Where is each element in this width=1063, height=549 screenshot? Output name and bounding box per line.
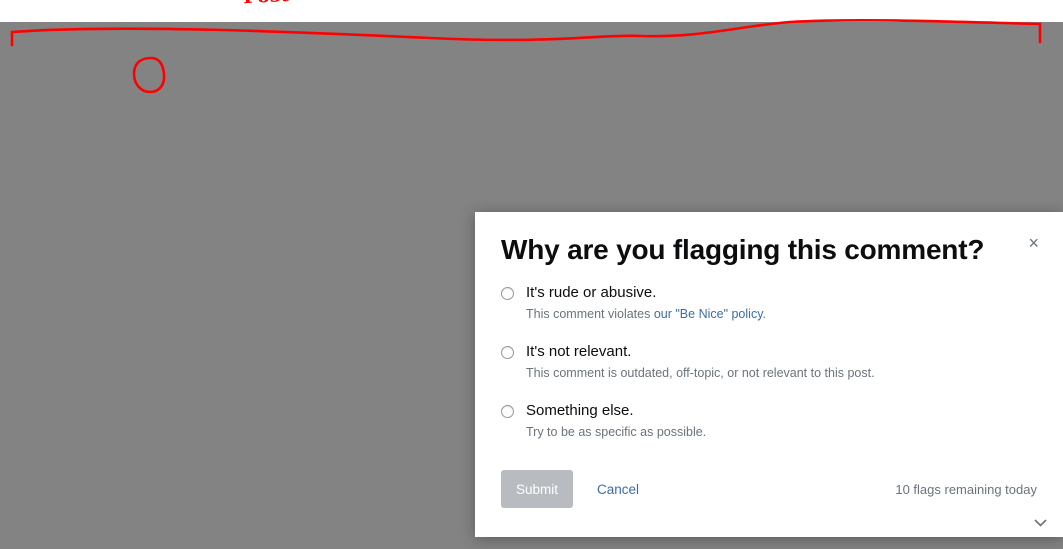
comment-row: Don't know if there will be future chang…	[10, 40, 767, 102]
submit-button[interactable]: Submit	[501, 470, 573, 508]
comment-text-fragment: @DarkCygnus How is it more visible? –	[76, 110, 309, 125]
modal-footer: Submit Cancel 10 flags remaining today	[501, 470, 1037, 508]
comment-text: Don't know if there will be future chang…	[76, 47, 712, 96]
speech-bubble-icon	[801, 44, 816, 59]
modal-title: Why are you flagging this comment?	[501, 234, 985, 265]
comment-text: @DarkCygnus How is it more visible? – Fr…	[76, 108, 767, 126]
comment-flag-icon[interactable]	[57, 319, 69, 331]
inline-link[interactable]: feature request	[232, 344, 319, 359]
comment-flag-icon[interactable]	[57, 201, 69, 213]
flag-reason-row[interactable]: Something else.	[501, 402, 1021, 420]
comment-flag-icon[interactable]	[57, 271, 69, 283]
comment-author-link[interactable]: FrankerZ	[308, 109, 367, 126]
flag-reason-subtext-pre: This comment violates	[526, 307, 654, 321]
close-icon[interactable]: ×	[1026, 232, 1041, 254]
comment-text-fragment: mistaken, even hidden unless you hovered…	[390, 191, 691, 206]
comment-text-fragment: @FrankerZ because that already had votes…	[76, 226, 369, 241]
comment-text-fragment: @FrankerZ before the change, if I recall…	[76, 191, 391, 206]
comment-actions	[50, 45, 76, 69]
comment-author-link[interactable]: DarkCygnus	[150, 81, 222, 96]
comment-text-fragment: Don't know if there will be future chang…	[76, 47, 680, 62]
flag-reason-option[interactable]: It's not relevant. This comment is outdat…	[501, 343, 1021, 381]
radio-button[interactable]	[501, 287, 514, 300]
comment-text-fragment: [feature-request] Can you make the flag …	[76, 145, 643, 160]
notice-item[interactable]: The second draft of our Code of Conduct …	[801, 41, 1052, 92]
upvote-arrow-icon[interactable]	[57, 191, 69, 198]
comment-score: 1	[37, 262, 44, 274]
comment-text-fragment: @BrianNickel definitely more discoverabl…	[76, 309, 362, 324]
comment-timestamp: 22 hours ago	[120, 278, 200, 293]
upvote-arrow-icon[interactable]	[57, 110, 69, 117]
comment-actions	[50, 189, 76, 213]
comment-score	[10, 224, 50, 227]
comment-actions	[50, 342, 76, 366]
chat-room-name[interactable]: Tavern on the Meta	[801, 181, 1052, 197]
comment-actions	[50, 259, 76, 283]
comment-score	[10, 307, 50, 310]
upvote-arrow-icon[interactable]	[57, 309, 69, 316]
comment-text-fragment: before I saw	[319, 344, 394, 359]
community-notice: Catija! The second draft of our Code of …	[790, 22, 1063, 99]
comment-score	[10, 108, 50, 111]
flag-reason-subtext-pre: Try to be as specific as possible.	[526, 425, 707, 439]
chat-heading[interactable]: 26 People Chatting	[790, 132, 952, 154]
comment-actions	[50, 143, 76, 167]
radio-button[interactable]	[501, 346, 514, 359]
upvote-arrow-icon[interactable]	[57, 344, 69, 351]
comment-text: @FrankerZ before the change, if I recall…	[76, 189, 767, 207]
add-comment-link[interactable]: add a comment	[76, 468, 159, 482]
comment-row: @DarkCygnus How is it more visible? – Fr…	[10, 102, 767, 137]
flag-reason-row[interactable]: It's rude or abusive.	[501, 284, 1021, 302]
upvote-arrow-icon[interactable]	[57, 226, 69, 233]
comment-flag-icon[interactable]	[57, 120, 69, 132]
comment-flag-icon[interactable]	[57, 236, 69, 248]
comment-actions	[50, 224, 76, 248]
flag-reason-option[interactable]: Something else. Try to be as specific as …	[501, 402, 1021, 440]
comment-score: 2	[37, 192, 44, 204]
radio-button[interactable]	[501, 405, 514, 418]
flag-reason-subtext: This comment is outdated, off-topic, or …	[526, 365, 1021, 381]
comment-actions	[50, 108, 76, 132]
upvote-arrow-icon[interactable]	[57, 47, 69, 54]
cancel-button[interactable]: Cancel	[597, 482, 639, 497]
flag-reason-label: It's rude or abusive.	[526, 284, 657, 301]
flag-reason-label: It's not relevant.	[526, 343, 632, 360]
flag-reason-subtext-pre: This comment is outdated, off-topic, or …	[526, 366, 875, 380]
flag-reason-label: Something else.	[526, 402, 634, 419]
comment-score	[10, 45, 50, 48]
comment-text-fragment: @DarkCygnus Maybe 1 or 2 weeks ago, ther…	[76, 261, 391, 276]
comment-flag-icon[interactable]	[57, 57, 69, 69]
answers-heading: 3 Answers	[22, 522, 110, 543]
upvote-arrow-icon[interactable]	[57, 145, 69, 152]
flag-comment-modal: Why are you flagging this comment? × It'…	[475, 212, 1063, 537]
comment-timestamp: 23 hours ago	[366, 110, 447, 125]
comment-text-fragment: @Floern I posted this as a	[76, 344, 232, 359]
chevron-down-icon[interactable]	[1034, 519, 1047, 527]
be-nice-policy-link[interactable]: our "Be Nice" policy	[654, 307, 763, 321]
comment-actions	[50, 307, 76, 331]
comment-author-link[interactable]: Dar	[369, 226, 390, 241]
comment-timestamp: 23 hours ago	[221, 81, 302, 96]
flag-reason-subtext-post: .	[762, 307, 766, 321]
comment-author-link[interactable]: Dark	[362, 309, 389, 324]
moderator-diamond-icon: ♦	[111, 281, 121, 293]
comment-author-link[interactable]: Floern	[643, 145, 680, 160]
notice-item-label: The second draft of our Code of Conduct …	[825, 42, 1042, 91]
flag-reason-row[interactable]: It's not relevant.	[501, 343, 1021, 361]
comment-score: 6	[37, 146, 44, 158]
annotation-label: Post	[243, 0, 290, 8]
comment-flag-icon[interactable]	[57, 155, 69, 167]
comment-row: 6 [feature-request] Can you make the flag…	[10, 137, 767, 183]
flag-reason-subtext: Try to be as specific as possible.	[526, 424, 1021, 440]
flags-remaining-label: 10 flags remaining today	[895, 481, 1037, 497]
flag-reason-subtext: This comment violates our "Be Nice" poli…	[526, 306, 1021, 322]
comment-text: [feature-request] Can you make the flag …	[76, 143, 767, 178]
upvote-arrow-icon[interactable]	[57, 261, 69, 268]
comment-author-link[interactable]: Da	[690, 191, 707, 206]
comment-score	[10, 342, 50, 345]
comment-flag-icon[interactable]	[57, 354, 69, 366]
notice-greeting: Catija!	[801, 22, 838, 37]
flag-reason-option[interactable]: It's rude or abusive. This comment violat…	[501, 284, 1021, 322]
